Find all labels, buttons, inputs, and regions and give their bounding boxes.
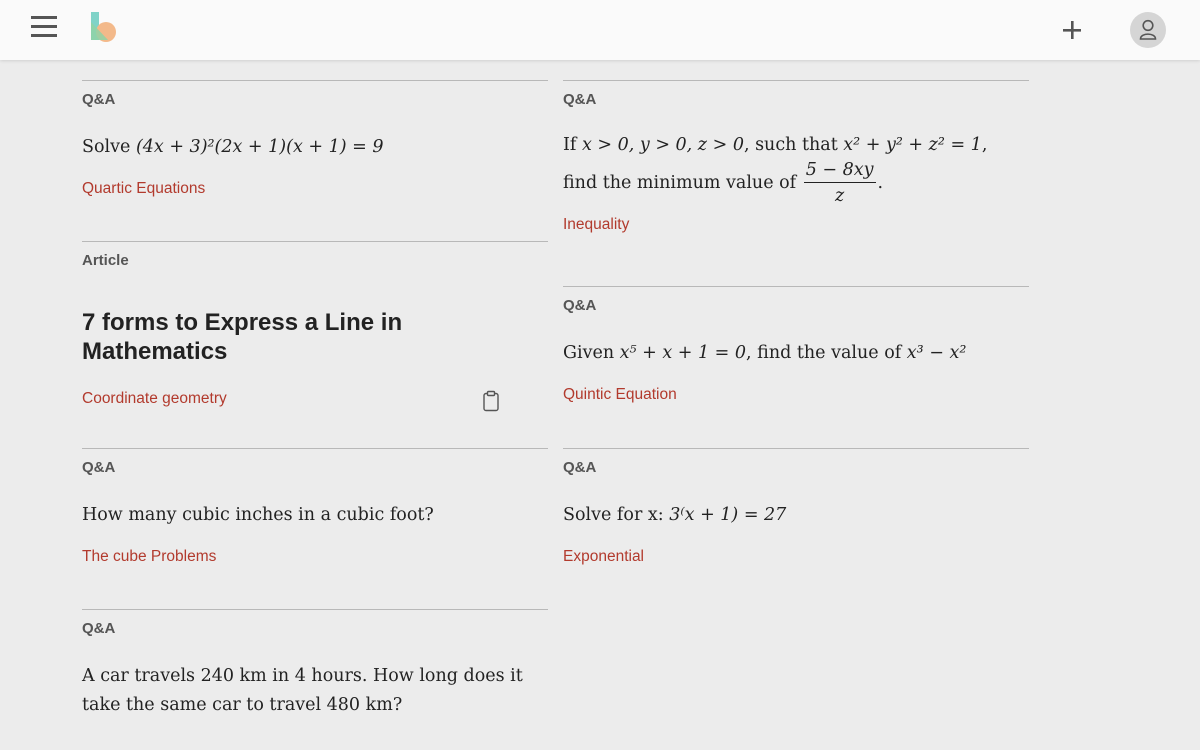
user-icon: [1139, 19, 1157, 40]
math-expression: x³ − x²: [906, 343, 967, 363]
question-prefix: Given: [563, 343, 620, 363]
qa-card-cube[interactable]: Q&A How many cubic inches in a cubic foo…: [82, 448, 548, 609]
qa-card-inequality[interactable]: Q&A If x > 0, y > 0, z > 0, such that x²…: [563, 80, 1029, 286]
card-type-label: Q&A: [82, 91, 116, 108]
question-prefix: If: [563, 135, 582, 155]
hamburger-menu-icon[interactable]: [31, 16, 57, 38]
topic-tag-link[interactable]: Coordinate geometry: [82, 389, 227, 409]
topic-tag-link[interactable]: Exponential: [563, 547, 644, 567]
clipboard-icon[interactable]: [482, 390, 500, 412]
fraction-denominator: z: [834, 186, 845, 206]
article-title[interactable]: 7 forms to Express a Line in Mathematics: [82, 308, 548, 366]
question-mid: , such that: [743, 135, 844, 155]
topic-tag-link[interactable]: Inequality: [563, 215, 629, 235]
math-equation: x⁵ + x + 1 = 0: [619, 343, 747, 363]
card-type-label: Article: [82, 252, 129, 269]
left-column: Q&A Solve (4x + 3)²(2x + 1)(x + 1) = 9 Q…: [82, 80, 548, 750]
topic-tag-link[interactable]: The cube Problems: [82, 547, 216, 567]
question-text: Given x⁵ + x + 1 = 0, find the value of …: [563, 339, 1029, 368]
qa-card-quartic[interactable]: Q&A Solve (4x + 3)²(2x + 1)(x + 1) = 9 Q…: [82, 80, 548, 241]
plus-icon[interactable]: [1058, 16, 1086, 44]
math-fraction: 5 − 8xy z: [803, 158, 876, 209]
question-prefix: Solve for x:: [563, 505, 670, 525]
question-text: A car travels 240 km in 4 hours. How lon…: [82, 666, 523, 715]
topic-tag-link[interactable]: Quartic Equations: [82, 179, 205, 199]
card-type-label: Q&A: [563, 459, 597, 476]
question-text: If x > 0, y > 0, z > 0, such that x² + y…: [563, 132, 1029, 209]
math-condition: x > 0, y > 0, z > 0: [581, 135, 744, 155]
question-punct: ,: [981, 135, 988, 155]
question-prefix: Solve: [82, 137, 136, 157]
math-equation: 3⁽x + 1) = 27: [669, 505, 787, 525]
card-type-label: Q&A: [82, 620, 116, 637]
card-type-label: Q&A: [563, 91, 597, 108]
fraction-numerator: 5 − 8xy: [803, 158, 876, 183]
card-type-label: Q&A: [563, 297, 597, 314]
user-avatar[interactable]: [1130, 12, 1166, 48]
question-end: .: [877, 173, 884, 193]
top-bar: [0, 0, 1200, 60]
question-text: Solve for x: 3⁽x + 1) = 27: [563, 501, 1029, 530]
question-mid: , find the value of: [746, 343, 907, 363]
article-card[interactable]: Article 7 forms to Express a Line in Mat…: [82, 241, 548, 448]
math-expression: (4x + 3)²(2x + 1)(x + 1) = 9: [135, 137, 384, 157]
topic-tag-link[interactable]: Quintic Equation: [563, 385, 677, 405]
qa-card-exponential[interactable]: Q&A Solve for x: 3⁽x + 1) = 27 Exponenti…: [563, 448, 1029, 609]
right-column: Q&A If x > 0, y > 0, z > 0, such that x²…: [563, 80, 1029, 609]
qa-card-quintic[interactable]: Q&A Given x⁵ + x + 1 = 0, find the value…: [563, 286, 1029, 448]
math-constraint: x² + y² + z² = 1: [843, 135, 982, 155]
site-logo[interactable]: [88, 10, 120, 42]
question-text: How many cubic inches in a cubic foot?: [82, 505, 434, 525]
card-type-label: Q&A: [82, 459, 116, 476]
question-prefix-2: find the minimum value of: [563, 173, 802, 193]
question-text: Solve (4x + 3)²(2x + 1)(x + 1) = 9: [82, 133, 548, 162]
qa-card-car[interactable]: Q&A A car travels 240 km in 4 hours. How…: [82, 609, 548, 750]
